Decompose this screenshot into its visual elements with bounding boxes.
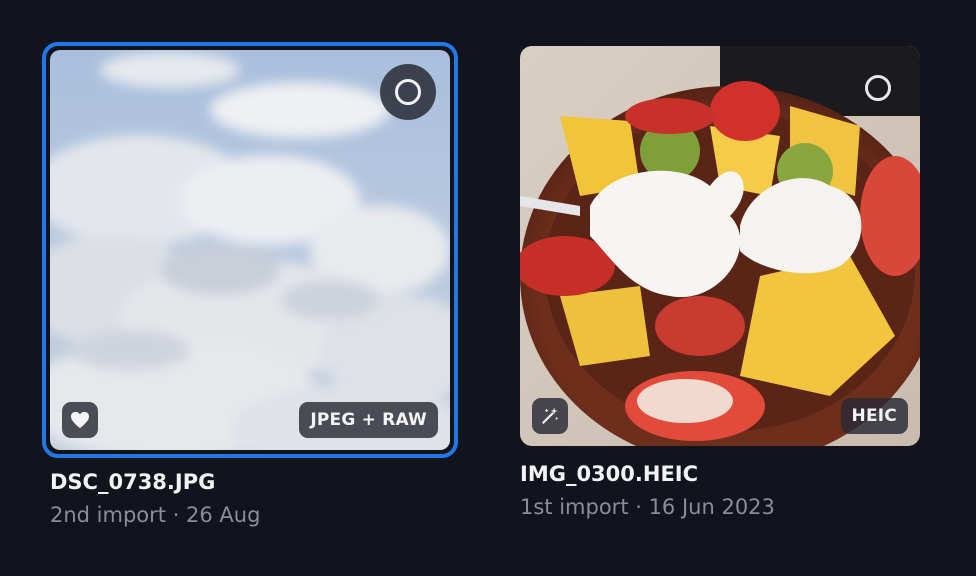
select-toggle[interactable] xyxy=(850,60,906,116)
magic-wand-icon xyxy=(542,407,559,424)
photo-filename: IMG_0300.HEIC xyxy=(520,462,699,486)
photo-thumbnail[interactable]: HEIC xyxy=(520,46,920,446)
heart-icon xyxy=(71,411,89,429)
select-circle-icon xyxy=(865,75,891,101)
format-badge: JPEG + RAW xyxy=(299,402,438,438)
photo-grid: JPEG + RAW DSC_0738.JPG 2nd import · 26 … xyxy=(0,0,976,576)
photo-meta: 2nd import · 26 Aug xyxy=(50,503,261,527)
photo-card[interactable]: JPEG + RAW DSC_0738.JPG 2nd import · 26 … xyxy=(42,42,458,530)
photo-card[interactable]: HEIC IMG_0300.HEIC 1st import · 16 Jun 2… xyxy=(520,46,920,522)
selected-frame: JPEG + RAW xyxy=(42,42,458,458)
favorite-button[interactable] xyxy=(62,402,98,438)
format-badge: HEIC xyxy=(840,398,908,434)
photo-filename: DSC_0738.JPG xyxy=(50,470,216,494)
photo-meta: 1st import · 16 Jun 2023 xyxy=(520,495,775,519)
select-toggle[interactable] xyxy=(380,64,436,120)
photo-thumbnail[interactable]: JPEG + RAW xyxy=(50,50,450,450)
select-circle-icon xyxy=(395,79,421,105)
enhance-button[interactable] xyxy=(532,398,568,434)
